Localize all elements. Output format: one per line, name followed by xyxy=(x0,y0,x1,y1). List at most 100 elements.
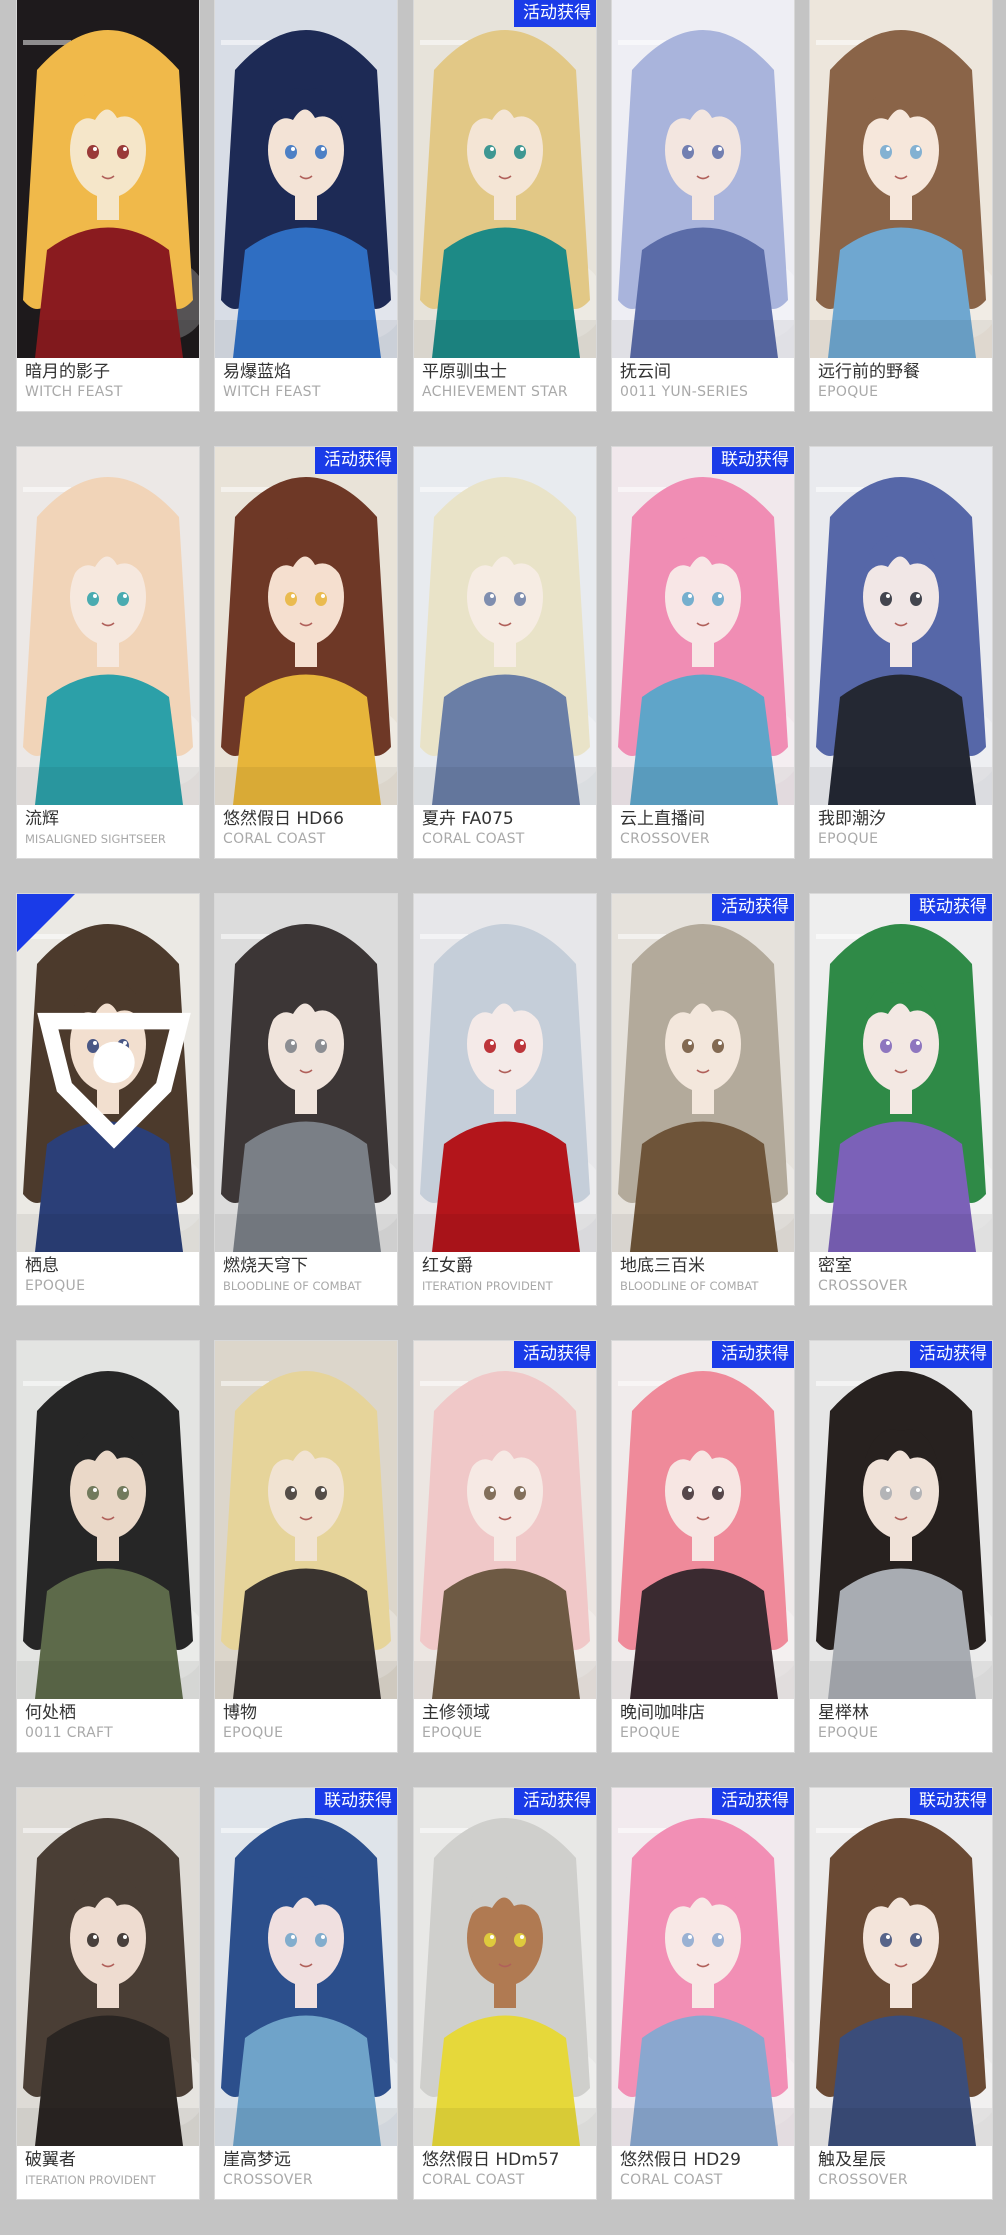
skin-caption: 平原驯虫士 ACHIEVEMENT STAR xyxy=(414,358,596,411)
character-illustration xyxy=(215,447,397,805)
skin-card[interactable]: 活动获得悠然假日 HD29 CORAL COAST xyxy=(612,1788,794,2199)
skin-series: 0011 YUN-SERIES xyxy=(620,384,749,400)
skin-card[interactable]: 联动获得 密室 CROSSOVER xyxy=(810,894,992,1305)
skin-name: 晚间咖啡店 xyxy=(620,1703,705,1723)
skin-name: 崖高梦远 xyxy=(223,2150,291,2170)
skin-name: 悠然假日 HD66 xyxy=(223,809,344,829)
skin-series: EPOQUE xyxy=(25,1278,86,1294)
skin-caption: 博物 EPOQUE xyxy=(215,1699,397,1752)
skin-artwork xyxy=(17,1788,199,2146)
character-illustration xyxy=(17,0,199,358)
skin-series: 0011 CRAFT xyxy=(25,1725,113,1741)
skin-series: EPOQUE xyxy=(818,384,879,400)
skin-card[interactable]: 活动获得 晚间咖啡店 EPOQUE xyxy=(612,1341,794,1752)
skin-artwork: 联动获得 xyxy=(612,447,794,805)
character-illustration xyxy=(215,1341,397,1699)
skin-card[interactable]: 燃烧天穹下 BLOODLINE OF COMBAT xyxy=(215,894,397,1305)
skin-name: 博物 xyxy=(223,1703,257,1723)
character-illustration xyxy=(810,0,992,358)
character-illustration xyxy=(810,894,992,1252)
skin-card[interactable]: 我即潮汐 EPOQUE xyxy=(810,447,992,858)
skin-series: EPOQUE xyxy=(422,1725,483,1741)
acquisition-badge: 活动获得 xyxy=(712,1341,794,1368)
skin-artwork xyxy=(215,894,397,1252)
character-illustration xyxy=(17,1341,199,1699)
skin-card[interactable]: 破翼者 ITERATION PROVIDENT xyxy=(17,1788,199,2199)
skin-artwork: 活动获得 xyxy=(612,1341,794,1699)
skin-name: 密室 xyxy=(818,1256,852,1276)
acquisition-badge: 活动获得 xyxy=(514,1341,596,1368)
character-illustration xyxy=(414,1341,596,1699)
acquisition-badge: 活动获得 xyxy=(712,1788,794,1815)
acquisition-badge: 联动获得 xyxy=(315,1788,397,1815)
skin-card[interactable]: 栖息 EPOQUE xyxy=(17,894,199,1305)
skin-card[interactable]: 抚云间 0011 YUN-SERIES xyxy=(612,0,794,411)
skin-card[interactable]: 活动获得 悠然假日 HDm57 CORAL COAST xyxy=(414,1788,596,2199)
skin-series: ITERATION PROVIDENT xyxy=(422,1279,553,1293)
skin-name: 星榉林 xyxy=(818,1703,869,1723)
skin-name: 悠然假日 HDm57 xyxy=(422,2150,560,2170)
character-illustration xyxy=(414,447,596,805)
character-illustration xyxy=(215,894,397,1252)
skin-artwork xyxy=(810,447,992,805)
skin-card[interactable]: 易爆蓝焰 WITCH FEAST xyxy=(215,0,397,411)
skin-caption: 触及星辰 CROSSOVER xyxy=(810,2146,992,2199)
skin-card[interactable]: 何处栖 0011 CRAFT xyxy=(17,1341,199,1752)
skin-series: CROSSOVER xyxy=(620,831,710,847)
skin-card[interactable]: 活动获得主修领域 EPOQUE xyxy=(414,1341,596,1752)
skin-name: 我即潮汐 xyxy=(818,809,886,829)
skin-card[interactable]: 暗月的影子 WITCH FEAST xyxy=(17,0,199,411)
skin-artwork: 活动获得 xyxy=(414,1788,596,2146)
skin-series: ITERATION PROVIDENT xyxy=(25,2173,156,2187)
skin-artwork: 活动获得 xyxy=(612,894,794,1252)
skin-card[interactable]: 博物 EPOQUE xyxy=(215,1341,397,1752)
skin-series: EPOQUE xyxy=(818,831,879,847)
skin-card[interactable]: 活动获得 地底三百米 BLOODLINE OF COMBAT xyxy=(612,894,794,1305)
skin-card[interactable]: 活动获得 悠然假日 HD66 CORAL COAST xyxy=(215,447,397,858)
skin-artwork: 活动获得 xyxy=(215,447,397,805)
skin-name: 栖息 xyxy=(25,1256,59,1276)
skin-artwork: 活动获得 xyxy=(414,1341,596,1699)
skin-caption: 悠然假日 HD29 CORAL COAST xyxy=(612,2146,794,2199)
skin-caption: 地底三百米 BLOODLINE OF COMBAT xyxy=(612,1252,794,1305)
skin-series: EPOQUE xyxy=(818,1725,879,1741)
acquisition-badge: 活动获得 xyxy=(514,1788,596,1815)
skin-card[interactable]: 联动获得云上直播间 CROSSOVER xyxy=(612,447,794,858)
skin-card[interactable]: 活动获得平原驯虫士 ACHIEVEMENT STAR xyxy=(414,0,596,411)
skin-caption: 星榉林 EPOQUE xyxy=(810,1699,992,1752)
skin-card[interactable]: 远行前的野餐 EPOQUE xyxy=(810,0,992,411)
skin-name: 抚云间 xyxy=(620,362,671,382)
skin-caption: 主修领域 EPOQUE xyxy=(414,1699,596,1752)
skin-card[interactable]: 联动获得崖高梦远 CROSSOVER xyxy=(215,1788,397,2199)
skin-caption: 云上直播间 CROSSOVER xyxy=(612,805,794,858)
skin-series: WITCH FEAST xyxy=(223,384,321,400)
skin-card[interactable]: 红女爵 ITERATION PROVIDENT xyxy=(414,894,596,1305)
skin-card[interactable]: 流辉 MISALIGNED SIGHTSEER xyxy=(17,447,199,858)
character-illustration xyxy=(612,0,794,358)
skin-name: 夏卉 FA075 xyxy=(422,809,514,829)
acquisition-badge: 联动获得 xyxy=(910,894,992,921)
skin-artwork xyxy=(810,0,992,358)
skin-name: 云上直播间 xyxy=(620,809,705,829)
acquisition-badge: 活动获得 xyxy=(514,0,596,27)
skin-artwork: 联动获得 xyxy=(215,1788,397,2146)
acquisition-badge: 联动获得 xyxy=(910,1788,992,1815)
skin-artwork: 活动获得 xyxy=(414,0,596,358)
character-illustration xyxy=(810,1788,992,2146)
skin-name: 暗月的影子 xyxy=(25,362,110,382)
character-illustration xyxy=(17,1788,199,2146)
character-illustration xyxy=(17,447,199,805)
skin-series: CORAL COAST xyxy=(620,2172,723,2188)
skin-artwork: 联动获得 xyxy=(810,1788,992,2146)
skin-artwork xyxy=(414,447,596,805)
skin-series: CROSSOVER xyxy=(223,2172,313,2188)
skin-card[interactable]: 夏卉 FA075 CORAL COAST xyxy=(414,447,596,858)
acquisition-badge: 联动获得 xyxy=(712,447,794,474)
character-illustration xyxy=(215,0,397,358)
skin-card[interactable]: 活动获得 星榉林 EPOQUE xyxy=(810,1341,992,1752)
skin-name: 触及星辰 xyxy=(818,2150,886,2170)
skin-artwork xyxy=(414,894,596,1252)
character-illustration xyxy=(612,894,794,1252)
skin-card[interactable]: 联动获得触及星辰 CROSSOVER xyxy=(810,1788,992,2199)
skin-card-grid: 暗月的影子 WITCH FEAST 易爆蓝焰 WITCH FEAST 活动获得 平原驯虫士… xyxy=(0,0,1006,2235)
